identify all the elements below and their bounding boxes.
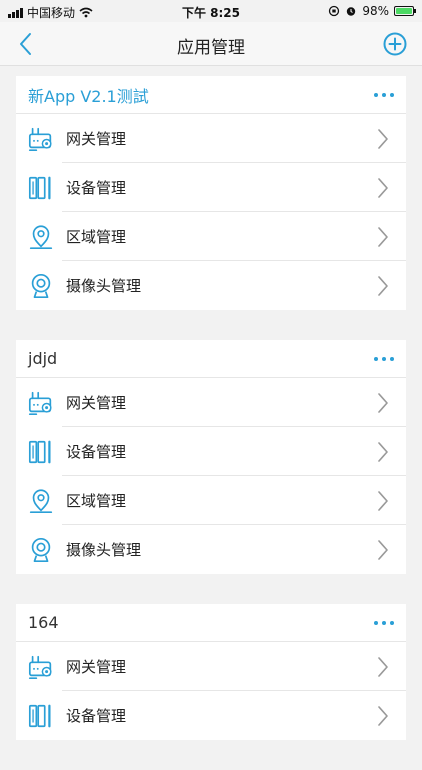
menu-row[interactable]: 设备管理 (16, 691, 406, 740)
menu-row-label: 区域管理 (66, 492, 127, 510)
chevron-right-icon (378, 392, 388, 413)
nav-bar: 应用管理 (0, 22, 422, 66)
orientation-lock-icon (329, 5, 340, 17)
menu-row-label: 网关管理 (66, 658, 127, 676)
status-bar: 中国移动 下午 8:25 98% (0, 0, 422, 22)
chevron-right-icon (378, 226, 388, 247)
battery-fill (396, 8, 412, 14)
menu-row-label: 设备管理 (66, 179, 127, 197)
location-icon (26, 486, 56, 516)
group-title: jdjd (28, 349, 58, 368)
menu-row[interactable]: 网关管理 (16, 378, 406, 427)
alarm-icon (347, 7, 356, 16)
location-icon (26, 222, 56, 252)
chevron-right-icon (378, 275, 388, 296)
menu-row[interactable]: 区域管理 (16, 476, 406, 525)
more-options-icon[interactable] (374, 353, 394, 365)
more-options-icon[interactable] (374, 89, 394, 101)
menu-row-label: 摄像头管理 (66, 277, 142, 295)
chevron-right-icon (378, 539, 388, 560)
chevron-right-icon (378, 441, 388, 462)
group-header: jdjd (16, 340, 406, 378)
menu-row[interactable]: 网关管理 (16, 114, 406, 163)
menu-row-label: 网关管理 (66, 130, 127, 148)
more-options-icon[interactable] (374, 617, 394, 629)
menu-row[interactable]: 摄像头管理 (16, 261, 406, 310)
chevron-right-icon (378, 656, 388, 677)
group-title: 新App V2.1测試 (28, 86, 149, 106)
menu-row-label: 摄像头管理 (66, 541, 142, 559)
app-group: jdjd 网关管理设备管理区域管理摄像头管理 (16, 340, 406, 574)
chevron-right-icon (378, 177, 388, 198)
menu-row[interactable]: 摄像头管理 (16, 525, 406, 574)
page-title: 应用管理 (177, 38, 245, 58)
menu-row-label: 网关管理 (66, 394, 127, 412)
menu-row-label: 设备管理 (66, 443, 127, 461)
group-header: 新App V2.1测試 (16, 76, 406, 114)
menu-row-label: 区域管理 (66, 228, 127, 246)
menu-row[interactable]: 设备管理 (16, 163, 406, 212)
camera-icon (26, 271, 56, 301)
gateway-icon (26, 388, 56, 418)
gateway-icon (26, 124, 56, 154)
device-icon (26, 701, 56, 731)
menu-row[interactable]: 区域管理 (16, 212, 406, 261)
status-right: 98% (328, 4, 416, 18)
group-header: 164 (16, 604, 406, 642)
device-icon (26, 437, 56, 467)
chevron-right-icon (378, 490, 388, 511)
battery-percent: 98% (362, 4, 389, 18)
battery-icon (394, 6, 416, 16)
camera-icon (26, 535, 56, 565)
plus-circle-icon[interactable] (382, 31, 408, 57)
menu-row-label: 设备管理 (66, 707, 127, 725)
menu-row[interactable]: 网关管理 (16, 642, 406, 691)
gateway-icon (26, 652, 56, 682)
menu-row[interactable]: 设备管理 (16, 427, 406, 476)
chevron-right-icon (378, 128, 388, 149)
device-icon (26, 173, 56, 203)
app-group: 新App V2.1测試网关管理设备管理区域管理摄像头管理 (16, 76, 406, 310)
app-group-list: 新App V2.1测試 网关管理 设备管理 区域管理 摄像头管理 jdjd 网关管理 设备管理… (16, 76, 406, 770)
chevron-right-icon (378, 705, 388, 726)
app-group: 164 网关管理设备管理 (16, 604, 406, 740)
group-title: 164 (28, 613, 59, 632)
